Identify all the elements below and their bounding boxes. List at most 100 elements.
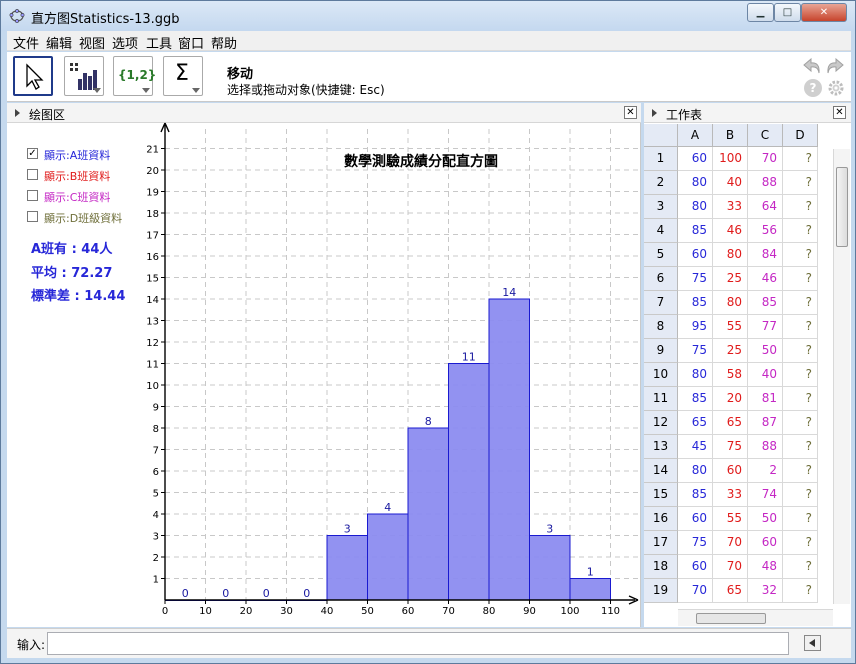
spreadsheet-cell[interactable]: ?: [783, 243, 818, 267]
spreadsheet-cell[interactable]: 77: [748, 315, 783, 339]
spreadsheet-cell[interactable]: 64: [748, 195, 783, 219]
row-header[interactable]: 17: [644, 531, 678, 555]
row-header[interactable]: 14: [644, 459, 678, 483]
spreadsheet-cell[interactable]: 33: [713, 483, 748, 507]
scrollbar-thumb[interactable]: [836, 167, 848, 247]
spreadsheet-cell[interactable]: ?: [783, 531, 818, 555]
spreadsheet-cell[interactable]: 95: [678, 315, 713, 339]
spreadsheet-cell[interactable]: ?: [783, 147, 818, 171]
row-header[interactable]: 18: [644, 555, 678, 579]
spreadsheet-cell[interactable]: 75: [678, 531, 713, 555]
spreadsheet-cell[interactable]: 65: [713, 579, 748, 603]
row-header[interactable]: 15: [644, 483, 678, 507]
spreadsheet-cell[interactable]: 85: [678, 387, 713, 411]
sum-tool-button[interactable]: Σ: [163, 56, 203, 96]
spreadsheet-view-header[interactable]: 工作表 ✕: [644, 103, 851, 123]
menu-window[interactable]: 窗口: [178, 33, 204, 52]
help-icon[interactable]: ?: [804, 79, 822, 97]
spreadsheet-cell[interactable]: 85: [678, 483, 713, 507]
spreadsheet-cell[interactable]: 32: [748, 579, 783, 603]
spreadsheet-cell[interactable]: 88: [748, 171, 783, 195]
maximize-button[interactable]: □: [774, 3, 801, 22]
spreadsheet-cell[interactable]: ?: [783, 579, 818, 603]
row-header[interactable]: 19: [644, 579, 678, 603]
menu-view[interactable]: 视图: [79, 33, 105, 52]
spreadsheet-cell[interactable]: 60: [748, 531, 783, 555]
close-window-button[interactable]: ✕: [801, 3, 847, 22]
spreadsheet-cell[interactable]: ?: [783, 387, 818, 411]
spreadsheet-cell[interactable]: 80: [678, 459, 713, 483]
spreadsheet-cell[interactable]: 60: [678, 507, 713, 531]
close-spreadsheet-view-button[interactable]: ✕: [833, 106, 846, 119]
spreadsheet-cell[interactable]: ?: [783, 171, 818, 195]
vertical-scrollbar[interactable]: [833, 149, 850, 604]
spreadsheet-cell[interactable]: 20: [713, 387, 748, 411]
spreadsheet-cell[interactable]: 55: [713, 315, 748, 339]
spreadsheet-cell[interactable]: 33: [713, 195, 748, 219]
row-header[interactable]: 13: [644, 435, 678, 459]
spreadsheet-cell[interactable]: 85: [678, 219, 713, 243]
spreadsheet-cell[interactable]: 50: [748, 507, 783, 531]
title-bar[interactable]: 直方图Statistics-13.ggb ▁ □ ✕: [1, 1, 855, 31]
spreadsheet-cell[interactable]: 65: [678, 411, 713, 435]
row-header[interactable]: 16: [644, 507, 678, 531]
spreadsheet-cell[interactable]: 70: [713, 555, 748, 579]
spreadsheet-cell[interactable]: ?: [783, 291, 818, 315]
spreadsheet-cell[interactable]: 100: [713, 147, 748, 171]
checkbox-box[interactable]: [27, 169, 38, 180]
row-header[interactable]: 7: [644, 291, 678, 315]
spreadsheet-cell[interactable]: ?: [783, 411, 818, 435]
spreadsheet-corner[interactable]: [644, 124, 678, 147]
spreadsheet-cell[interactable]: 75: [713, 435, 748, 459]
menu-options[interactable]: 选项: [112, 33, 138, 52]
spreadsheet-cell[interactable]: 80: [678, 195, 713, 219]
graphics-view[interactable]: 绘图区 ✕ 0 0 0 0 3 4 8 11 14 3 1 0 10 20 30 40 50 60 70 80 90 10…: [7, 103, 641, 627]
spreadsheet-cell[interactable]: 25: [713, 267, 748, 291]
spreadsheet-cell[interactable]: 40: [713, 171, 748, 195]
row-header[interactable]: 10: [644, 363, 678, 387]
spreadsheet-cell[interactable]: 60: [678, 555, 713, 579]
spreadsheet-cell[interactable]: 46: [713, 219, 748, 243]
list-tool-button[interactable]: {1,2}: [113, 56, 156, 96]
row-header[interactable]: 8: [644, 315, 678, 339]
spreadsheet-cell[interactable]: ?: [783, 267, 818, 291]
spreadsheet-cell[interactable]: 25: [713, 339, 748, 363]
spreadsheet-cell[interactable]: 81: [748, 387, 783, 411]
spreadsheet-cell[interactable]: 45: [678, 435, 713, 459]
spreadsheet-cell[interactable]: ?: [783, 435, 818, 459]
gear-icon[interactable]: [827, 79, 845, 97]
column-header-b[interactable]: B: [713, 124, 748, 147]
spreadsheet-cell[interactable]: 48: [748, 555, 783, 579]
spreadsheet-cell[interactable]: 70: [713, 531, 748, 555]
histogram-tool-button[interactable]: [64, 56, 104, 96]
row-header[interactable]: 1: [644, 147, 678, 171]
spreadsheet-cell[interactable]: 87: [748, 411, 783, 435]
spreadsheet-cell[interactable]: 75: [678, 267, 713, 291]
menu-tools[interactable]: 工具: [146, 33, 172, 52]
column-header-d[interactable]: D: [783, 124, 818, 147]
column-header-a[interactable]: A: [678, 124, 713, 147]
row-header[interactable]: 5: [644, 243, 678, 267]
spreadsheet-cell[interactable]: 58: [713, 363, 748, 387]
row-header[interactable]: 11: [644, 387, 678, 411]
undo-icon[interactable]: [802, 56, 822, 76]
row-header[interactable]: 12: [644, 411, 678, 435]
spreadsheet-cell[interactable]: 80: [678, 171, 713, 195]
column-header-c[interactable]: C: [748, 124, 783, 147]
menu-edit[interactable]: 编辑: [46, 33, 72, 52]
checkbox-box[interactable]: [27, 211, 38, 222]
horizontal-scrollbar[interactable]: [678, 609, 833, 626]
spreadsheet-cell[interactable]: 46: [748, 267, 783, 291]
menu-file[interactable]: 文件: [13, 33, 39, 52]
checkbox-box[interactable]: ✓: [27, 148, 38, 159]
spreadsheet-cell[interactable]: 80: [713, 243, 748, 267]
spreadsheet-cell[interactable]: 80: [713, 291, 748, 315]
spreadsheet-cell[interactable]: ?: [783, 315, 818, 339]
spreadsheet-cell[interactable]: 85: [678, 291, 713, 315]
spreadsheet-cell[interactable]: ?: [783, 555, 818, 579]
spreadsheet-cell[interactable]: 74: [748, 483, 783, 507]
move-tool-button[interactable]: [13, 56, 53, 96]
expand-arrow-icon[interactable]: [652, 109, 657, 117]
spreadsheet-cell[interactable]: 80: [678, 363, 713, 387]
menu-help[interactable]: 帮助: [211, 33, 237, 52]
